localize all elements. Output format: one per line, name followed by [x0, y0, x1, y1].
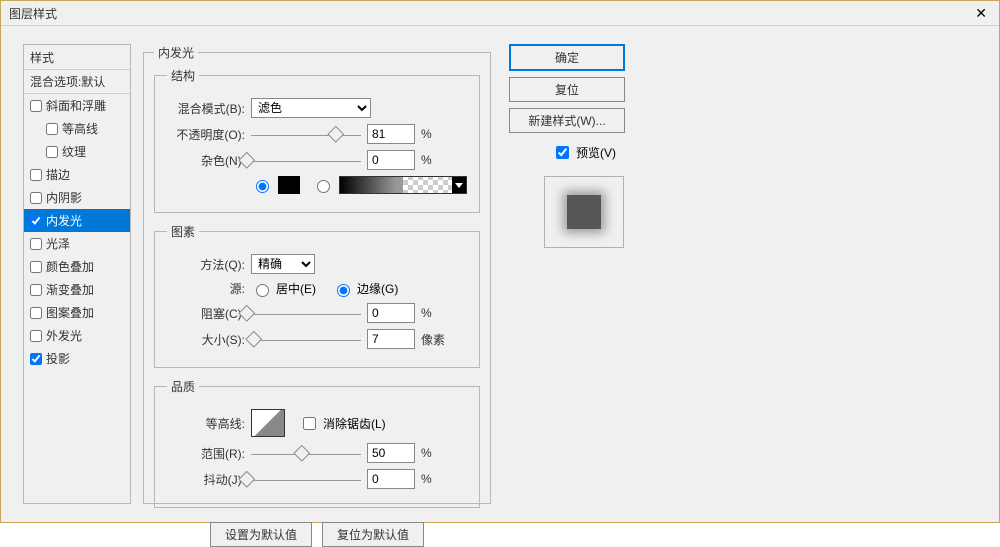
- sidebar-item-6[interactable]: 光泽: [24, 232, 130, 255]
- sidebar-header[interactable]: 样式: [24, 46, 130, 70]
- sidebar-item-4[interactable]: 内阴影: [24, 186, 130, 209]
- choke-unit: %: [421, 306, 432, 320]
- gradient-radio[interactable]: [312, 177, 333, 193]
- dialog-title: 图层样式: [9, 5, 57, 22]
- sidebar-checkbox-7[interactable]: [30, 261, 42, 273]
- cancel-button[interactable]: 复位: [509, 77, 625, 102]
- range-input[interactable]: [367, 443, 415, 463]
- jitter-label: 抖动(J):: [167, 471, 245, 488]
- jitter-slider[interactable]: [251, 472, 361, 486]
- panel-legend: 内发光: [154, 44, 198, 61]
- size-label: 大小(S):: [167, 331, 245, 348]
- preview-box: [544, 176, 624, 248]
- structure-group: 结构 混合模式(B): 滤色 不透明度(O): % 杂色(N):: [154, 67, 480, 213]
- elements-legend: 图素: [167, 223, 199, 240]
- make-default-button[interactable]: 设置为默认值: [210, 522, 312, 547]
- sidebar-item-label: 纹理: [62, 143, 86, 160]
- sidebar-item-0[interactable]: 斜面和浮雕: [24, 94, 130, 117]
- sidebar-item-label: 内阴影: [46, 189, 82, 206]
- quality-legend: 品质: [167, 378, 199, 395]
- blend-mode-label: 混合模式(B):: [167, 100, 245, 117]
- choke-input[interactable]: [367, 303, 415, 323]
- sidebar-checkbox-6[interactable]: [30, 238, 42, 250]
- size-input[interactable]: [367, 329, 415, 349]
- noise-unit: %: [421, 153, 432, 167]
- sidebar-item-2[interactable]: 纹理: [24, 140, 130, 163]
- gradient-picker[interactable]: [339, 176, 467, 194]
- sidebar-checkbox-10[interactable]: [30, 330, 42, 342]
- chevron-down-icon[interactable]: [452, 177, 466, 193]
- choke-label: 阻塞(C):: [167, 305, 245, 322]
- sidebar-item-label: 投影: [46, 350, 70, 367]
- sidebar-checkbox-11[interactable]: [30, 353, 42, 365]
- source-center-radio[interactable]: 居中(E): [251, 280, 316, 297]
- layer-style-dialog: 图层样式 ✕ 样式 混合选项:默认 斜面和浮雕等高线纹理描边内阴影内发光光泽颜色…: [0, 0, 1000, 523]
- jitter-unit: %: [421, 472, 432, 486]
- color-swatch[interactable]: [278, 176, 300, 194]
- size-unit: 像素: [421, 331, 445, 348]
- close-icon[interactable]: ✕: [971, 5, 991, 22]
- sidebar-item-1[interactable]: 等高线: [24, 117, 130, 140]
- inner-glow-panel: 内发光 结构 混合模式(B): 滤色 不透明度(O): % 杂色(N):: [143, 44, 491, 504]
- opacity-slider[interactable]: [251, 127, 361, 141]
- noise-slider[interactable]: [251, 153, 361, 167]
- right-panel: 确定 复位 新建样式(W)... 预览(V): [509, 44, 659, 504]
- technique-select[interactable]: 精确: [251, 254, 315, 274]
- quality-group: 品质 等高线: 消除锯齿(L) 范围(R): % 抖动(J):: [154, 378, 480, 508]
- sidebar-item-label: 光泽: [46, 235, 70, 252]
- reset-default-button[interactable]: 复位为默认值: [322, 522, 424, 547]
- sidebar-item-label: 描边: [46, 166, 70, 183]
- contour-label: 等高线:: [167, 415, 245, 432]
- opacity-label: 不透明度(O):: [167, 126, 245, 143]
- sidebar-item-11[interactable]: 投影: [24, 347, 130, 370]
- jitter-input[interactable]: [367, 469, 415, 489]
- sidebar-item-label: 图案叠加: [46, 304, 94, 321]
- sidebar-checkbox-3[interactable]: [30, 169, 42, 181]
- titlebar: 图层样式 ✕: [1, 1, 999, 26]
- sidebar-item-7[interactable]: 颜色叠加: [24, 255, 130, 278]
- sidebar-item-label: 外发光: [46, 327, 82, 344]
- sidebar-checkbox-8[interactable]: [30, 284, 42, 296]
- preview-swatch: [567, 195, 601, 229]
- sidebar-item-10[interactable]: 外发光: [24, 324, 130, 347]
- new-style-button[interactable]: 新建样式(W)...: [509, 108, 625, 133]
- sidebar-checkbox-9[interactable]: [30, 307, 42, 319]
- source-edge-radio[interactable]: 边缘(G): [332, 280, 398, 297]
- antialias-checkbox[interactable]: 消除锯齿(L): [299, 414, 386, 433]
- sidebar-item-label: 内发光: [46, 212, 82, 229]
- source-label: 源:: [167, 280, 245, 297]
- sidebar-item-8[interactable]: 渐变叠加: [24, 278, 130, 301]
- sidebar-item-5[interactable]: 内发光: [24, 209, 130, 232]
- sidebar-checkbox-0[interactable]: [30, 100, 42, 112]
- sidebar-checkbox-5[interactable]: [30, 215, 42, 227]
- color-radio[interactable]: [251, 177, 272, 193]
- choke-slider[interactable]: [251, 306, 361, 320]
- opacity-unit: %: [421, 127, 432, 141]
- sidebar-blend-options[interactable]: 混合选项:默认: [24, 70, 130, 94]
- sidebar-item-label: 等高线: [62, 120, 98, 137]
- opacity-input[interactable]: [367, 124, 415, 144]
- range-slider[interactable]: [251, 446, 361, 460]
- range-label: 范围(R):: [167, 445, 245, 462]
- blend-mode-select[interactable]: 滤色: [251, 98, 371, 118]
- sidebar-item-label: 斜面和浮雕: [46, 97, 106, 114]
- style-sidebar: 样式 混合选项:默认 斜面和浮雕等高线纹理描边内阴影内发光光泽颜色叠加渐变叠加图…: [23, 44, 131, 504]
- preview-checkbox[interactable]: 预览(V): [509, 143, 659, 162]
- sidebar-checkbox-4[interactable]: [30, 192, 42, 204]
- structure-legend: 结构: [167, 67, 199, 84]
- sidebar-item-3[interactable]: 描边: [24, 163, 130, 186]
- sidebar-checkbox-1[interactable]: [46, 123, 58, 135]
- sidebar-item-label: 渐变叠加: [46, 281, 94, 298]
- noise-input[interactable]: [367, 150, 415, 170]
- sidebar-checkbox-2[interactable]: [46, 146, 58, 158]
- ok-button[interactable]: 确定: [509, 44, 625, 71]
- sidebar-item-9[interactable]: 图案叠加: [24, 301, 130, 324]
- range-unit: %: [421, 446, 432, 460]
- contour-picker[interactable]: [251, 409, 285, 437]
- technique-label: 方法(Q):: [167, 256, 245, 273]
- noise-label: 杂色(N):: [167, 152, 245, 169]
- size-slider[interactable]: [251, 332, 361, 346]
- elements-group: 图素 方法(Q): 精确 源: 居中(E) 边缘(G) 阻塞(C):: [154, 223, 480, 368]
- sidebar-item-label: 颜色叠加: [46, 258, 94, 275]
